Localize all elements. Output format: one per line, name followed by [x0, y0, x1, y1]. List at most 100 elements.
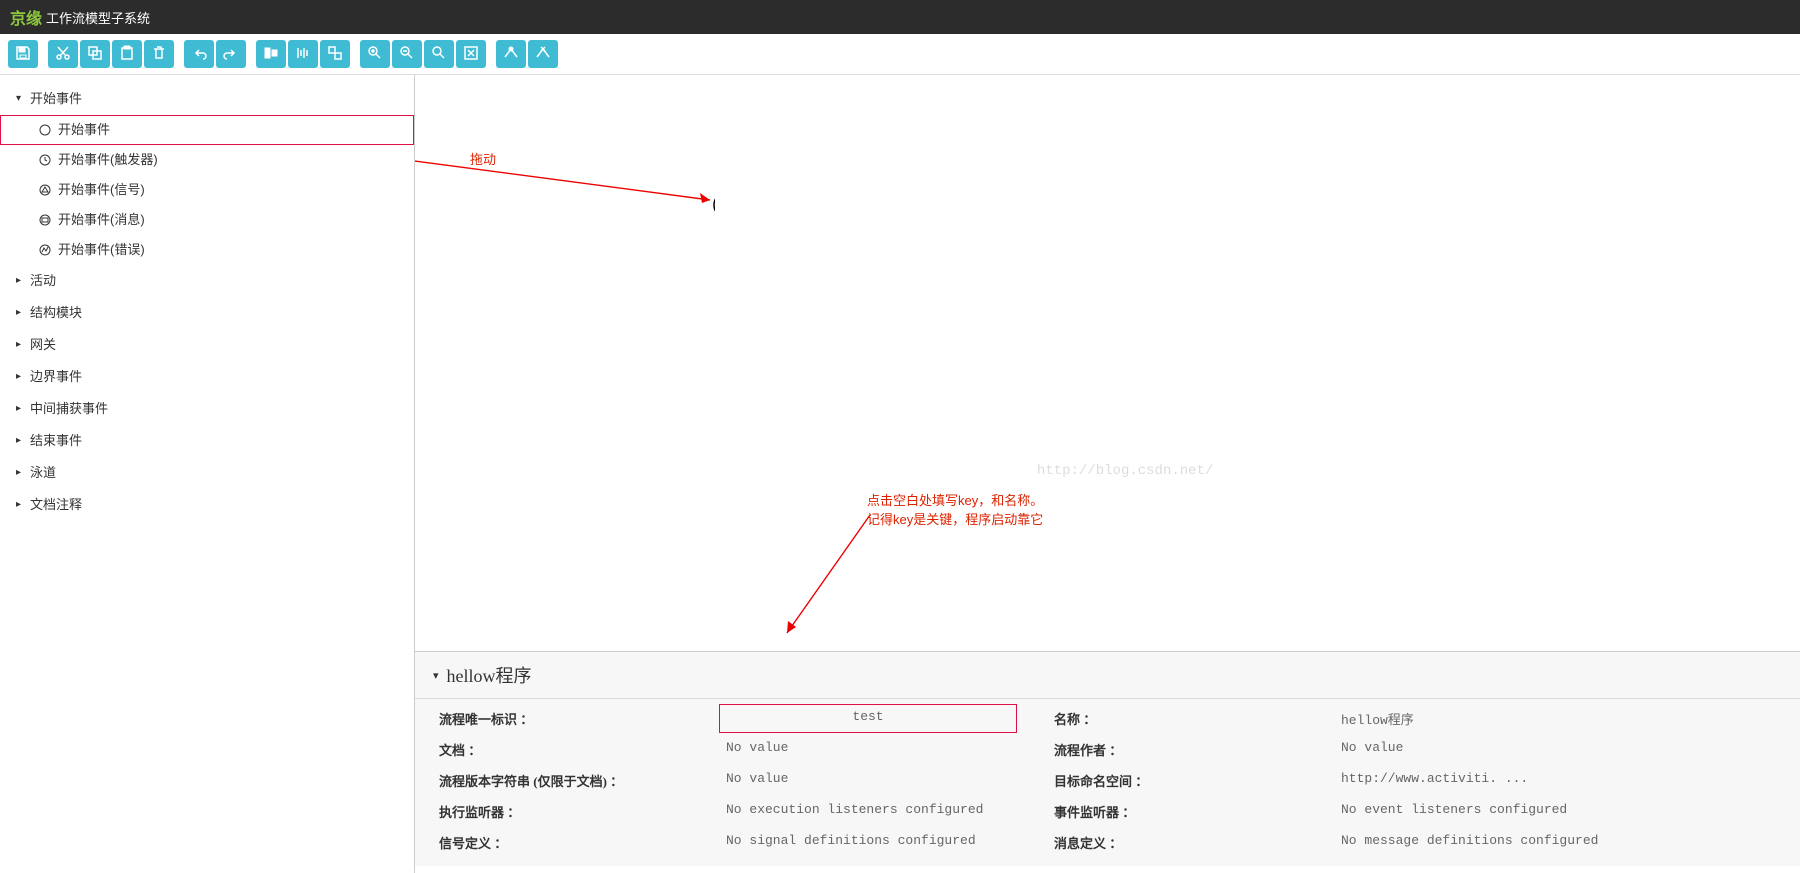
- cut-icon: [55, 45, 71, 64]
- chevron-right-icon: ▸: [16, 269, 26, 293]
- palette-group[interactable]: ▸中间捕获事件: [0, 393, 414, 425]
- zoom-fit-icon: [463, 45, 479, 64]
- property-value[interactable]: No signal definitions configured: [722, 831, 1042, 854]
- palette-item-label: 开始事件(错误): [58, 239, 145, 261]
- property-label: 文档 ：: [427, 738, 722, 761]
- circle-event-icon: [38, 123, 52, 137]
- property-label: 流程唯一标识 ：: [427, 707, 722, 730]
- align-h-icon: [263, 45, 279, 64]
- paste-icon: [119, 45, 135, 64]
- logo-suffix: 工作流模型子系统: [46, 8, 150, 27]
- palette-group-label: 活动: [30, 269, 56, 293]
- palette-group[interactable]: ▸结构模块: [0, 297, 414, 329]
- property-label: 名称 ：: [1042, 707, 1337, 730]
- palette-item-label: 开始事件(消息): [58, 209, 145, 231]
- paste-button[interactable]: [112, 40, 142, 68]
- message-event-icon: [38, 213, 52, 227]
- palette-group[interactable]: ▸边界事件: [0, 361, 414, 393]
- palette-item-label: 开始事件: [58, 119, 110, 141]
- chevron-right-icon: ▸: [16, 333, 26, 357]
- zoom-reset-button[interactable]: [424, 40, 454, 68]
- palette-group-label: 中间捕获事件: [30, 397, 108, 421]
- property-value[interactable]: No message definitions configured: [1337, 831, 1788, 854]
- zoom-fit-button[interactable]: [456, 40, 486, 68]
- property-label: 目标命名空间 ：: [1042, 769, 1337, 792]
- property-label: 流程作者 ：: [1042, 738, 1337, 761]
- palette-item-label: 开始事件(触发器): [58, 149, 158, 171]
- chevron-right-icon: ▸: [16, 365, 26, 389]
- same-size-icon: [327, 45, 343, 64]
- diagram-svg: 开始 开始就结束了 结束: [415, 75, 715, 225]
- timer-event-icon: [38, 153, 52, 167]
- property-value[interactable]: hellow程序: [1337, 707, 1788, 730]
- chevron-down-icon: ▾: [433, 669, 439, 682]
- properties-title: hellow程序: [447, 662, 532, 688]
- bend-remove-icon: [535, 45, 551, 64]
- bend-remove-button[interactable]: [528, 40, 558, 68]
- palette-group-label: 结构模块: [30, 301, 82, 325]
- palette-item[interactable]: 开始事件: [0, 115, 414, 145]
- signal-event-icon: [38, 183, 52, 197]
- palette-item[interactable]: 开始事件(消息): [0, 205, 414, 235]
- align-h-button[interactable]: [256, 40, 286, 68]
- palette-group-label: 开始事件: [30, 87, 82, 111]
- zoom-reset-icon: [431, 45, 447, 64]
- save-icon: [15, 45, 31, 64]
- zoom-in-icon: [367, 45, 383, 64]
- palette-group[interactable]: ▸文档注释: [0, 489, 414, 521]
- same-size-button[interactable]: [320, 40, 350, 68]
- palette-group[interactable]: ▸结束事件: [0, 425, 414, 457]
- start-event-node[interactable]: [714, 192, 715, 218]
- property-label: 流程版本字符串 (仅限于文档) ：: [427, 769, 722, 792]
- palette-item[interactable]: 开始事件(信号): [0, 175, 414, 205]
- properties-body: 流程唯一标识 ：test名称 ：hellow程序文档 ：No value流程作者…: [415, 699, 1800, 866]
- property-value[interactable]: No event listeners configured: [1337, 800, 1788, 823]
- palette-group[interactable]: ▾开始事件: [0, 83, 414, 115]
- palette-group[interactable]: ▸网关: [0, 329, 414, 361]
- copy-icon: [87, 45, 103, 64]
- property-value[interactable]: test: [722, 707, 1014, 730]
- undo-button[interactable]: [184, 40, 214, 68]
- chevron-right-icon: ▸: [16, 301, 26, 325]
- property-value[interactable]: No value: [722, 769, 1042, 792]
- property-value[interactable]: No execution listeners configured: [722, 800, 1042, 823]
- bend-add-button[interactable]: [496, 40, 526, 68]
- property-label: 事件监听器 ：: [1042, 800, 1337, 823]
- align-v-icon: [295, 45, 311, 64]
- palette-item[interactable]: 开始事件(触发器): [0, 145, 414, 175]
- palette-group[interactable]: ▸泳道: [0, 457, 414, 489]
- zoom-out-button[interactable]: [392, 40, 422, 68]
- app-header: 京缘 工作流模型子系统: [0, 0, 1800, 34]
- palette-item-label: 开始事件(信号): [58, 179, 145, 201]
- palette-group-label: 文档注释: [30, 493, 82, 517]
- zoom-in-button[interactable]: [360, 40, 390, 68]
- sidebar-palette: ▾开始事件开始事件开始事件(触发器)开始事件(信号)开始事件(消息)开始事件(错…: [0, 75, 415, 873]
- property-value[interactable]: No value: [722, 738, 1042, 761]
- property-label: 信号定义 ：: [427, 831, 722, 854]
- zoom-out-icon: [399, 45, 415, 64]
- redo-button[interactable]: [216, 40, 246, 68]
- toolbar: [0, 34, 1800, 75]
- bend-add-icon: [503, 45, 519, 64]
- chevron-right-icon: ▸: [16, 461, 26, 485]
- chevron-right-icon: ▸: [16, 397, 26, 421]
- logo-text: 京缘: [10, 5, 42, 29]
- properties-header[interactable]: ▾ hellow程序: [415, 652, 1800, 699]
- palette-group-label: 网关: [30, 333, 56, 357]
- copy-button[interactable]: [80, 40, 110, 68]
- palette-group-label: 结束事件: [30, 429, 82, 453]
- property-value[interactable]: No value: [1337, 738, 1788, 761]
- chevron-right-icon: ▸: [16, 429, 26, 453]
- property-label: 执行监听器 ：: [427, 800, 722, 823]
- cut-button[interactable]: [48, 40, 78, 68]
- delete-button[interactable]: [144, 40, 174, 68]
- align-v-button[interactable]: [288, 40, 318, 68]
- palette-group-label: 泳道: [30, 461, 56, 485]
- palette-group[interactable]: ▸活动: [0, 265, 414, 297]
- palette-group-label: 边界事件: [30, 365, 82, 389]
- property-value[interactable]: http://www.activiti. ...: [1337, 769, 1788, 792]
- save-button[interactable]: [8, 40, 38, 68]
- properties-panel: ▾ hellow程序 流程唯一标识 ：test名称 ：hellow程序文档 ：N…: [415, 651, 1800, 866]
- palette-item[interactable]: 开始事件(错误): [0, 235, 414, 265]
- annotation-tip: 点击空白处填写key，和名称。 记得key是关键，程序启动靠它: [867, 490, 1043, 528]
